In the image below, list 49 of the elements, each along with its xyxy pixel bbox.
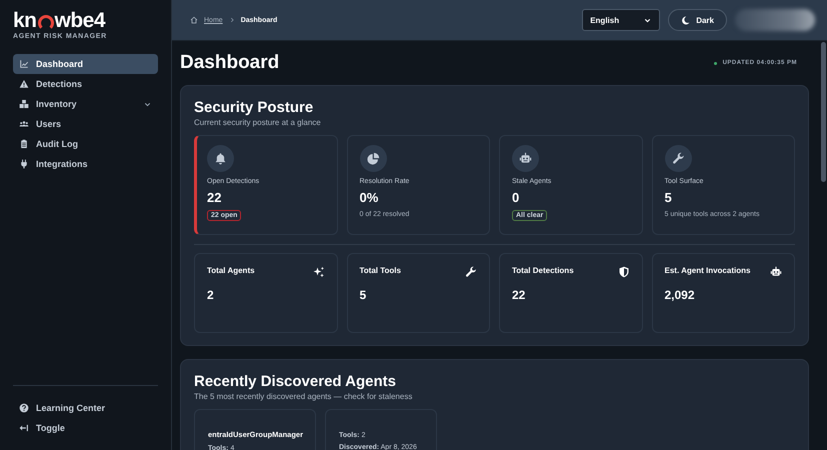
plug-icon — [19, 159, 29, 169]
brand-logo: kn wbe4 — [13, 10, 106, 32]
panel-subtitle: The 5 most recently discovered agents — check for staleness — [194, 392, 414, 401]
total-value: 22 — [512, 288, 526, 302]
total-label: Est. Agent Invocations — [664, 266, 750, 275]
total-label: Total Detections — [512, 266, 574, 275]
bell-icon — [214, 152, 227, 165]
page-title: Dashboard — [180, 52, 280, 74]
robot-icon — [519, 152, 532, 165]
total-value: 2 — [207, 288, 215, 302]
collapse-icon — [19, 423, 29, 433]
users-icon — [19, 119, 29, 129]
total-label: Total Tools — [360, 266, 401, 275]
chart-icon — [19, 59, 29, 69]
total-value: 5 — [360, 288, 368, 302]
scrollbar[interactable] — [821, 42, 826, 182]
help-icon — [19, 403, 29, 413]
theme-button[interactable]: Dark — [668, 9, 727, 31]
sidebar-item[interactable]: Toggle — [13, 418, 158, 438]
stat-value: 5 — [664, 190, 673, 205]
pie-chart-icon — [366, 152, 380, 165]
sidebar-item[interactable]: Dashboard — [13, 54, 158, 74]
sidebar-item[interactable]: Integrations — [13, 154, 158, 174]
wrench-icon — [465, 266, 477, 278]
total-label: Total Agents — [207, 266, 255, 275]
total-value: 2,092 — [664, 288, 696, 302]
home-icon — [190, 16, 198, 24]
shield-icon — [618, 266, 630, 278]
sidebar-item[interactable]: Learning Center — [13, 398, 158, 418]
wrench-icon — [672, 152, 684, 165]
boxes-icon — [19, 99, 29, 109]
stat-value: 0% — [360, 190, 380, 205]
robot-icon — [770, 266, 782, 278]
moon-icon — [681, 16, 690, 24]
sparkles-icon — [312, 266, 324, 278]
clipboard-icon — [19, 139, 29, 149]
sidebar-item[interactable]: Users — [13, 114, 158, 134]
warning-icon — [19, 79, 29, 89]
sidebar-item[interactable]: Audit Log — [13, 134, 158, 154]
panel-title: Security Posture — [194, 99, 314, 116]
panel-subtitle: Current security posture at a glance — [194, 118, 322, 127]
chevron-right-icon — [228, 17, 235, 23]
panel-title: Recently Discovered Agents — [194, 373, 398, 390]
language-select[interactable]: English — [582, 9, 660, 31]
sidebar-item[interactable]: Inventory — [13, 94, 158, 114]
stat-value: 0 — [512, 190, 520, 205]
stat-value: 22 — [207, 190, 222, 205]
sidebar-item[interactable]: Detections — [13, 74, 158, 94]
status-dot — [714, 62, 717, 64]
